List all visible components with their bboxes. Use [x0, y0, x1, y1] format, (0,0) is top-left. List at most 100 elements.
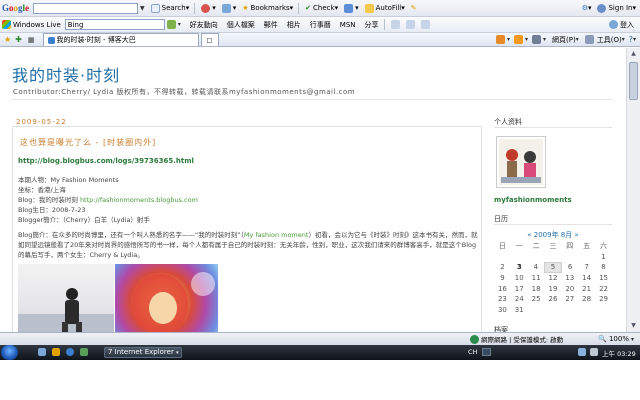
translate-button[interactable]: ▾	[344, 3, 359, 13]
calendar-day: 9	[500, 274, 505, 283]
live-item-friends[interactable]: 好友動向	[190, 20, 218, 30]
page-scrollbar[interactable]: ▲ ▼	[626, 48, 640, 332]
new-tab-icon: □	[206, 36, 213, 44]
live-login-link[interactable]: 登入	[609, 20, 634, 30]
dropdown-arrow-icon[interactable]: ▾	[631, 336, 634, 343]
dropdown-arrow-icon[interactable]: ▼	[140, 5, 145, 12]
quick-launch-ie-icon[interactable]	[66, 348, 74, 356]
windows-live-toolbar: Windows Live Bing ▾ 好友動向 個人檔案 郵件 相片 行事曆 …	[0, 17, 640, 33]
ie-status-bar: 網際網路 | 受保護模式: 啟動 🔍 100% ▾	[0, 332, 640, 345]
calendar-day: 24	[514, 295, 524, 304]
print-icon[interactable]	[532, 35, 542, 44]
calendar-day: 19	[548, 284, 558, 293]
dropdown-arrow-icon[interactable]: ▾	[178, 21, 181, 28]
calendar-day	[528, 252, 545, 263]
calendar-week-row: 1	[494, 252, 612, 263]
calendar-day: 14	[582, 274, 592, 283]
tab-command-bar: ★ ✚ ▦ 我的时装·时刻 - 博客大巴 □ ▾ ▾ ▾ 網頁(P) ▾ 工具(O…	[0, 33, 640, 47]
toolbar-separator	[298, 2, 300, 14]
blog-url-link[interactable]: http://fashionmoments.blogbus.com	[80, 196, 198, 204]
calendar-next-link[interactable]: »	[574, 231, 578, 239]
start-button[interactable]	[1, 345, 18, 360]
intro-highlight-link[interactable]: My fashion moment	[244, 231, 309, 239]
popup-blocker-button[interactable]: ▾	[221, 3, 236, 13]
options-button[interactable]: ⚙ ▾	[582, 4, 592, 12]
taskbar-ie-button[interactable]: 7 Internet Explorer ▾	[104, 347, 182, 358]
translate-icon	[344, 3, 354, 13]
security-zone-label[interactable]: 網際網路 | 受保護模式: 啟動	[481, 334, 563, 344]
weekday-label: 四	[566, 242, 574, 251]
quick-launch-explorer-icon[interactable]	[52, 348, 60, 356]
colorful-illustration	[132, 272, 215, 332]
live-item-mail[interactable]: 郵件	[264, 20, 278, 30]
quick-launch-app-icon[interactable]	[80, 348, 88, 356]
volume-tray-icon[interactable]	[590, 348, 598, 356]
language-indicator[interactable]: CH	[468, 348, 477, 356]
calendar-day: 23	[497, 295, 507, 304]
profile-name-link[interactable]: myfashionmoments	[494, 196, 572, 204]
calendar-day: 29	[599, 295, 608, 304]
scroll-up-arrow-icon[interactable]: ▲	[629, 49, 638, 59]
calendar-day	[511, 252, 528, 263]
calendar-day: 15	[599, 274, 608, 283]
post-photo-portrait[interactable]	[18, 264, 114, 332]
sites-button[interactable]: ▾	[201, 3, 216, 13]
calendar-day: 7	[584, 263, 589, 272]
highlight-button[interactable]: ✎	[411, 4, 417, 12]
calendar-day: 21	[582, 284, 592, 293]
live-settings-icon[interactable]	[420, 20, 430, 29]
post-photo-colorful[interactable]	[115, 264, 218, 332]
calendar-day-has-post[interactable]: 3	[511, 262, 528, 273]
calendar-day: 31	[514, 305, 524, 314]
show-desktop-icon[interactable]	[38, 348, 46, 356]
calendar-day: 6	[567, 263, 573, 272]
live-item-profile[interactable]: 個人檔案	[227, 20, 255, 30]
live-mail-icon[interactable]	[405, 20, 415, 29]
signin-button[interactable]: Sign In ▾	[597, 3, 636, 13]
spell-check-button[interactable]: ✔ Check ▾	[305, 4, 338, 12]
user-icon	[597, 3, 607, 13]
taskbar-clock[interactable]: 上午 03:29	[602, 348, 636, 358]
calendar-prev-link[interactable]: «	[527, 231, 531, 239]
calendar-day: 25	[531, 295, 541, 304]
bookmarks-button[interactable]: ★ Bookmarks ▾	[242, 4, 293, 12]
input-method-icon[interactable]	[482, 348, 491, 356]
post-title[interactable]: 这也算是曝光了么 - [时装圈内外]	[20, 137, 156, 148]
live-item-calendar[interactable]: 行事曆	[310, 20, 331, 30]
blog-title[interactable]: 我的时装·时刻	[12, 62, 120, 86]
profile-avatar[interactable]	[496, 136, 546, 188]
calendar-day: 10	[514, 274, 524, 283]
tools-gear-icon	[584, 35, 594, 44]
new-tab-button[interactable]: □	[200, 33, 219, 46]
page-menu[interactable]: 網頁(P)	[552, 35, 576, 45]
windows-live-brand[interactable]: Windows Live	[13, 21, 61, 29]
add-favorite-icon[interactable]: ✚	[15, 35, 22, 44]
search-icon	[150, 3, 160, 13]
tools-menu[interactable]: 工具(O)	[597, 35, 622, 45]
autofill-button[interactable]: AutoFill ▾	[364, 3, 405, 13]
home-icon[interactable]	[495, 35, 505, 44]
live-item-share[interactable]: 分享	[365, 20, 379, 30]
google-search-button[interactable]: Search ▾	[150, 3, 189, 13]
post-line-person: 本期人物：My Fashion Moments	[18, 176, 119, 184]
google-search-input[interactable]	[33, 2, 139, 14]
live-item-msn[interactable]: MSN	[340, 21, 356, 29]
bing-search-button-icon[interactable]	[166, 20, 176, 29]
windows-live-logo-icon	[2, 20, 11, 29]
rss-feed-icon[interactable]	[514, 35, 523, 44]
post-permalink[interactable]: http://blog.blogbus.com/logs/39736365.ht…	[18, 157, 194, 165]
live-item-photos[interactable]: 相片	[287, 20, 301, 30]
calendar-day-today: 5	[544, 261, 562, 274]
google-logo[interactable]: Google	[2, 3, 29, 13]
internet-zone-globe-icon	[470, 334, 479, 344]
tab-active[interactable]: 我的时装·时刻 - 博客大巴	[42, 33, 199, 46]
scroll-down-arrow-icon[interactable]: ▼	[629, 321, 638, 331]
bing-search-input[interactable]: Bing	[64, 19, 165, 30]
scrollbar-thumb[interactable]	[629, 62, 638, 100]
calendar-week-row: 9 10 11 12 13 14 15	[494, 273, 612, 284]
live-messenger-icon[interactable]	[390, 20, 400, 29]
network-tray-icon[interactable]	[578, 348, 586, 356]
tab-list-icon[interactable]: ▦	[28, 36, 35, 44]
favorites-star-icon[interactable]: ★	[4, 35, 11, 44]
zoom-level[interactable]: 100%	[609, 335, 629, 343]
